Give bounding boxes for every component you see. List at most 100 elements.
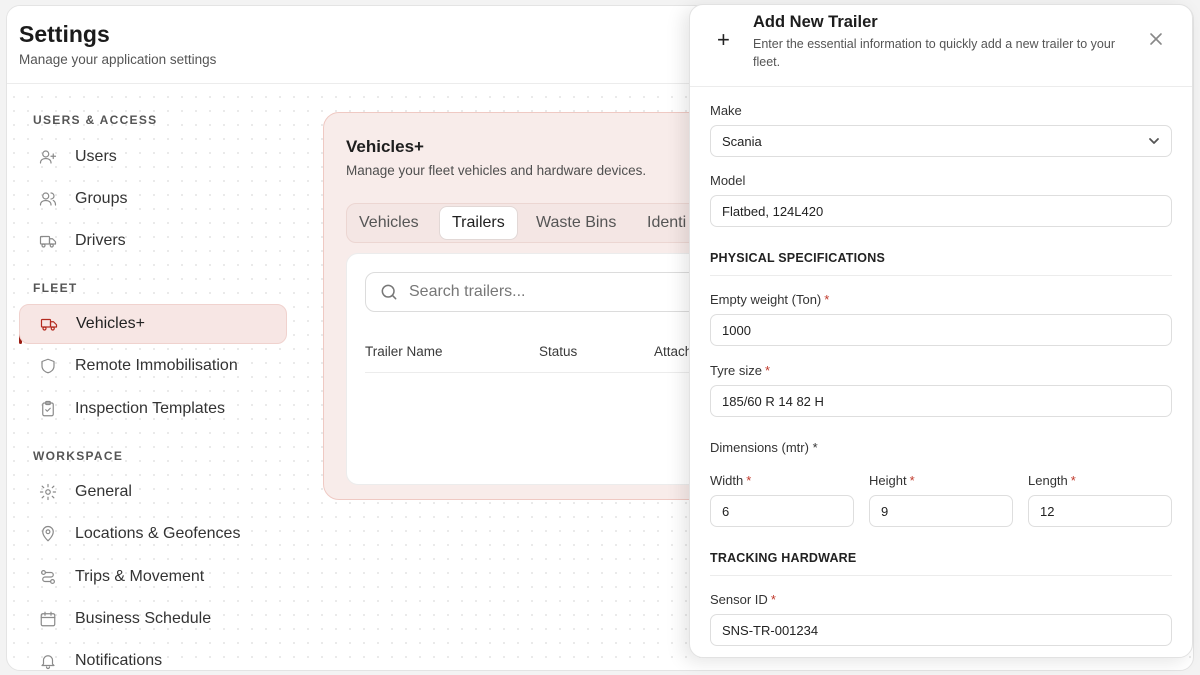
model-field[interactable]: Flatbed, 124L420 <box>710 195 1172 227</box>
sidebar-item-label: Notifications <box>75 652 163 669</box>
height-label-text: Height <box>869 473 907 488</box>
sidebar-item-locations-geofences[interactable]: Locations & Geofences <box>19 514 287 554</box>
sidebar-item-label: Locations & Geofences <box>75 525 241 542</box>
sidebar-item-trips-movement[interactable]: Trips & Movement <box>19 557 287 597</box>
empty-weight-value: 1000 <box>722 322 751 338</box>
user-plus-icon <box>39 148 57 166</box>
required-marker: * <box>909 473 915 488</box>
tab-waste-bins[interactable]: Waste Bins <box>536 204 616 242</box>
physical-specifications-heading: PHYSICAL SPECIFICATIONS <box>710 251 885 265</box>
tyre-size-label: Tyre size * <box>710 363 770 378</box>
page-title: Settings <box>19 21 110 47</box>
model-value: Flatbed, 124L420 <box>722 203 824 219</box>
dimensions-required-marker: * <box>812 440 818 455</box>
card-subtitle: Manage your fleet vehicles and hardware … <box>346 163 647 178</box>
bell-icon <box>39 652 57 670</box>
search-placeholder: Search trailers... <box>409 283 526 300</box>
section-divider <box>710 575 1172 576</box>
width-value: 6 <box>722 503 730 519</box>
width-label: Width * <box>710 473 751 488</box>
sidebar-item-remote-immobilisation[interactable]: Remote Immobilisation <box>19 346 287 386</box>
add-trailer-panel: + Add New Trailer Enter the essential in… <box>689 4 1193 658</box>
section-label-users-access: USERS & ACCESS <box>33 113 158 127</box>
required-marker: * <box>746 473 752 488</box>
tyre-size-value: 185/60 R 14 82 H <box>722 393 824 409</box>
section-divider <box>710 275 1172 276</box>
sidebar-item-general[interactable]: General <box>19 472 287 512</box>
dimensions-label-text: Dimensions (mtr) <box>710 440 809 455</box>
tracking-hardware-heading: TRACKING HARDWARE <box>710 551 857 565</box>
sensor-id-value: SNS-TR-001234 <box>722 622 819 638</box>
sidebar-item-notifications[interactable]: Notifications <box>19 641 287 670</box>
required-marker: * <box>770 592 776 607</box>
truck-icon <box>39 232 57 250</box>
sidebar-item-vehicles[interactable]: Vehicles+ <box>19 304 287 344</box>
length-label-text: Length <box>1028 473 1068 488</box>
sidebar-item-label: Groups <box>75 190 128 207</box>
sidebar-item-users[interactable]: Users <box>19 137 287 177</box>
page-subtitle: Manage your application settings <box>19 52 217 67</box>
vehicles-card: Vehicles+ Manage your fleet vehicles and… <box>323 112 746 500</box>
make-label: Make <box>710 103 742 118</box>
tyre-size-field[interactable]: 185/60 R 14 82 H <box>710 385 1172 417</box>
panel-title: Add New Trailer <box>753 13 878 31</box>
make-select[interactable]: Scania <box>710 125 1172 157</box>
length-value: 12 <box>1040 503 1055 519</box>
column-header-status[interactable]: Status <box>539 344 577 359</box>
clipboard-check-icon <box>39 400 57 418</box>
truck-icon <box>40 315 58 333</box>
route-icon <box>39 568 57 586</box>
column-header-attach[interactable]: Attach <box>654 344 692 359</box>
sidebar-item-label: Inspection Templates <box>75 400 226 417</box>
panel-subtitle: Enter the essential information to quick… <box>753 37 1115 69</box>
width-field[interactable]: 6 <box>710 495 854 527</box>
sidebar-item-inspection-templates[interactable]: Inspection Templates <box>19 389 287 429</box>
empty-weight-field[interactable]: 1000 <box>710 314 1172 346</box>
calendar-icon <box>39 610 57 628</box>
tyre-size-label-text: Tyre size <box>710 363 763 378</box>
model-label: Model <box>710 173 746 188</box>
sidebar-item-label: General <box>75 483 132 500</box>
sensor-id-label-text: Sensor ID <box>710 592 768 607</box>
length-field[interactable]: 12 <box>1028 495 1172 527</box>
card-title: Vehicles+ <box>346 137 424 156</box>
trailers-table-panel: Search trailers... Trailer Name Status A… <box>346 253 746 485</box>
users-icon <box>39 190 57 208</box>
section-label-workspace: WORKSPACE <box>33 449 124 463</box>
search-icon <box>381 284 397 300</box>
height-label: Height * <box>869 473 915 488</box>
section-label-fleet: FLEET <box>33 281 78 295</box>
panel-header: + Add New Trailer Enter the essential in… <box>690 5 1192 87</box>
required-marker: * <box>765 363 771 378</box>
close-icon[interactable] <box>1146 29 1166 49</box>
dimensions-label: Dimensions (mtr) * <box>710 440 818 455</box>
tab-bar: Vehicles Trailers Waste Bins Identi <box>346 203 746 243</box>
plus-icon: + <box>717 27 730 52</box>
sensor-id-label: Sensor ID * <box>710 592 776 607</box>
sidebar-item-label: Business Schedule <box>75 610 212 627</box>
empty-weight-label: Empty weight (Ton) * <box>710 292 829 307</box>
empty-weight-label-text: Empty weight (Ton) <box>710 292 822 307</box>
shield-icon <box>39 357 57 375</box>
height-field[interactable]: 9 <box>869 495 1013 527</box>
sidebar-item-groups[interactable]: Groups <box>19 179 287 219</box>
required-marker: * <box>824 292 830 307</box>
sidebar-item-label: Trips & Movement <box>75 568 205 585</box>
gear-icon <box>39 483 57 501</box>
height-value: 9 <box>881 503 889 519</box>
sensor-id-field[interactable]: SNS-TR-001234 <box>710 614 1172 646</box>
required-marker: * <box>1070 473 1076 488</box>
chevron-down-icon <box>1147 134 1161 148</box>
sidebar-item-business-schedule[interactable]: Business Schedule <box>19 599 287 639</box>
tab-identi[interactable]: Identi <box>647 204 686 242</box>
column-header-trailer-name[interactable]: Trailer Name <box>365 344 443 359</box>
sidebar-item-label: Remote Immobilisation <box>75 357 238 374</box>
sidebar-item-drivers[interactable]: Drivers <box>19 221 287 261</box>
length-label: Length * <box>1028 473 1076 488</box>
sidebar-item-label: Users <box>75 148 117 165</box>
sidebar-item-label: Drivers <box>75 232 126 249</box>
make-value: Scania <box>722 133 762 149</box>
tab-trailers[interactable]: Trailers <box>439 206 518 240</box>
map-pin-icon <box>39 525 57 543</box>
tab-vehicles[interactable]: Vehicles <box>359 204 419 242</box>
